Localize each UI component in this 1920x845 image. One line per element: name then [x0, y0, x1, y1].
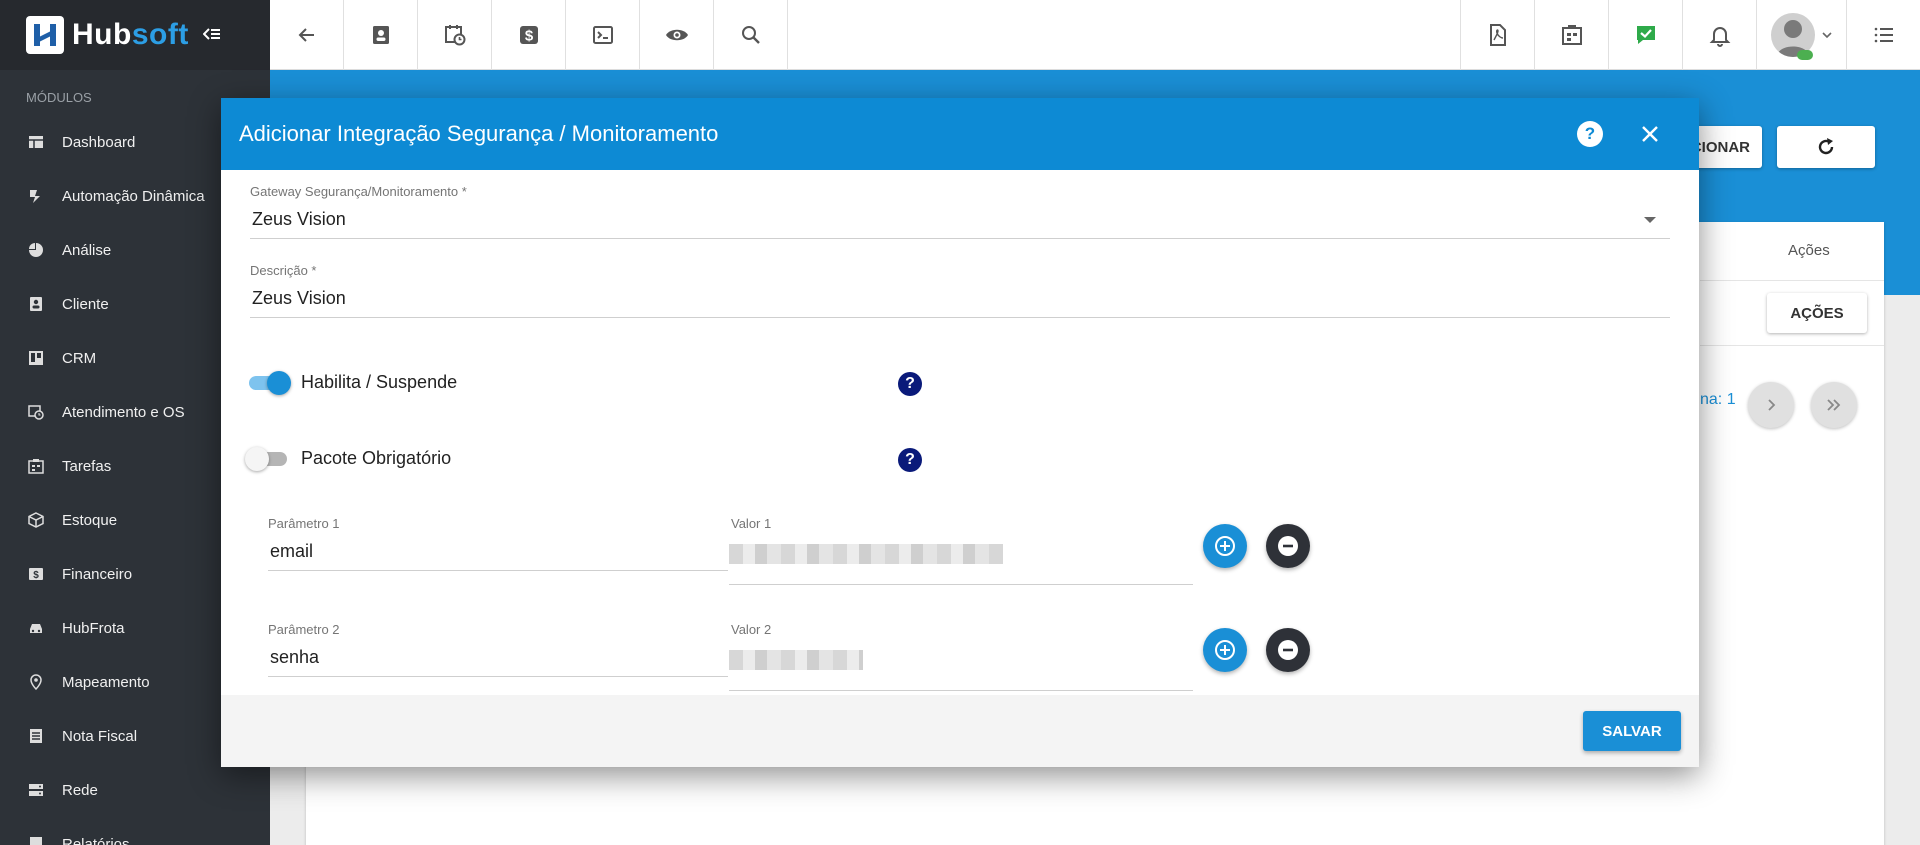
remove-param-button[interactable] — [1266, 524, 1310, 568]
param-2-field[interactable]: Parâmetro 2 senha — [268, 622, 728, 677]
pacote-label: Pacote Obrigatório — [301, 448, 452, 468]
toggle-habilita[interactable]: Habilita / Suspende — [249, 370, 458, 395]
add-param-button[interactable] — [1203, 524, 1247, 568]
habilita-help-icon[interactable]: ? — [898, 372, 922, 396]
description-input[interactable]: Zeus Vision — [250, 288, 1670, 318]
habilita-switch[interactable] — [249, 370, 291, 395]
description-label: Descrição * — [250, 263, 317, 278]
param-1-label: Parâmetro 1 — [268, 516, 340, 531]
minus-circle-icon — [1278, 536, 1298, 556]
modal-header: Adicionar Integração Segurança / Monitor… — [221, 98, 1699, 170]
add-param-button[interactable] — [1203, 628, 1247, 672]
toggle-pacote-obrigatorio[interactable]: Pacote Obrigatório — [245, 446, 452, 471]
plus-circle-icon — [1215, 640, 1235, 660]
dropdown-arrow-icon — [1644, 217, 1656, 223]
modal-footer: SALVAR — [221, 695, 1699, 767]
pacote-switch[interactable] — [245, 446, 287, 471]
pacote-help-icon[interactable]: ? — [898, 448, 922, 472]
redacted-value — [729, 650, 863, 670]
help-icon[interactable]: ? — [1577, 121, 1603, 147]
close-icon — [1642, 126, 1658, 142]
param-2-label: Parâmetro 2 — [268, 622, 340, 637]
value-1-label: Valor 1 — [731, 516, 772, 531]
param-1-field[interactable]: Parâmetro 1 email — [268, 516, 728, 571]
minus-circle-icon — [1278, 640, 1298, 660]
modal-title: Adicionar Integração Segurança / Monitor… — [239, 121, 719, 146]
value-2-input[interactable] — [729, 650, 1193, 691]
add-integration-modal: Adicionar Integração Segurança / Monitor… — [221, 98, 1699, 767]
value-2-label: Valor 2 — [731, 622, 772, 637]
description-field[interactable]: Descrição * Zeus Vision — [250, 263, 1670, 318]
param-1-input[interactable]: email — [268, 541, 728, 571]
plus-circle-icon — [1215, 536, 1235, 556]
redacted-value — [729, 544, 1003, 564]
value-1-field[interactable]: Valor 1 — [729, 516, 1193, 585]
habilita-label: Habilita / Suspende — [301, 372, 458, 392]
remove-param-button[interactable] — [1266, 628, 1310, 672]
save-button[interactable]: SALVAR — [1583, 711, 1681, 751]
gateway-value[interactable]: Zeus Vision — [250, 209, 1670, 239]
close-button[interactable] — [1637, 121, 1663, 147]
value-1-input[interactable] — [729, 544, 1193, 585]
param-2-input[interactable]: senha — [268, 647, 728, 677]
gateway-label: Gateway Segurança/Monitoramento * — [250, 184, 467, 199]
gateway-select[interactable]: Gateway Segurança/Monitoramento * Zeus V… — [250, 184, 1670, 239]
value-2-field[interactable]: Valor 2 — [729, 622, 1193, 691]
